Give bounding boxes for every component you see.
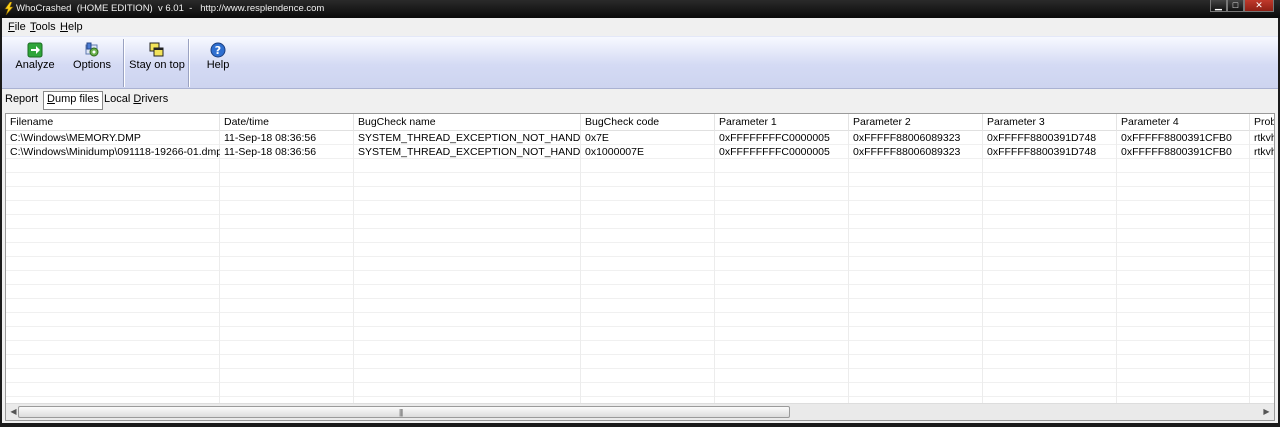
cell-filename: C:\Windows\Minidump\091118-19266-01.dmp	[10, 146, 220, 158]
window-title: WhoCrashed (HOME EDITION) v 6.01 - http:…	[16, 3, 325, 14]
tab-report[interactable]: Report	[2, 92, 41, 109]
cell-parameter-2: 0xFFFFF88006089323	[853, 146, 961, 158]
lightning-app-icon	[4, 2, 14, 15]
cell-parameter-1: 0xFFFFFFFFC0000005	[719, 132, 830, 144]
table-row[interactable]: C:\Windows\Minidump\091118-19266-01.dmp 1…	[6, 145, 1275, 159]
tab-strip: Report Dump files Local Drivers	[2, 89, 1278, 111]
toolbar-separator	[188, 39, 190, 87]
column-header-parameter-1[interactable]: Parameter 1	[715, 114, 849, 131]
close-button[interactable]: ✕	[1244, 0, 1274, 12]
column-header-parameter-3[interactable]: Parameter 3	[983, 114, 1117, 131]
menu-file[interactable]: File	[8, 21, 26, 33]
help-label: Help	[206, 59, 230, 71]
tab-dump-files-hotkey: D	[47, 93, 55, 105]
column-header-bugcheck-name[interactable]: BugCheck name	[354, 114, 581, 131]
svg-text:?: ?	[215, 44, 221, 57]
scroll-right-icon[interactable]: ▶	[1259, 404, 1274, 420]
cell-parameter-1: 0xFFFFFFFFC0000005	[719, 146, 830, 158]
windows-stack-icon	[149, 42, 164, 57]
menu-bar: File Tools Help	[2, 18, 1278, 36]
column-header-date-time[interactable]: Date/time	[220, 114, 354, 131]
menu-help-label: elp	[67, 21, 83, 33]
tab-local-drivers-label: rivers	[141, 93, 169, 105]
column-divider	[219, 131, 220, 404]
analyze-label: Analyze	[15, 59, 55, 71]
maximize-button[interactable]: □	[1227, 0, 1244, 12]
toolbar: Analyze Options Stay on top ? Help	[2, 36, 1278, 89]
column-divider	[1249, 131, 1250, 404]
cell-date-time: 11-Sep-18 08:36:56	[224, 132, 317, 144]
cell-filename: C:\Windows\MEMORY.DMP	[10, 132, 141, 144]
green-arrow-icon	[27, 42, 43, 58]
stay-on-top-label: Stay on top	[129, 59, 185, 71]
app-window: WhoCrashed (HOME EDITION) v 6.01 - http:…	[0, 0, 1280, 427]
column-divider	[580, 131, 581, 404]
column-header-bugcheck-code[interactable]: BugCheck code	[581, 114, 715, 131]
menu-file-hotkey: F	[8, 21, 15, 33]
column-header-parameter-4[interactable]: Parameter 4	[1117, 114, 1250, 131]
tab-dump-files[interactable]: Dump files	[43, 91, 103, 110]
cell-bugcheck-code: 0x7E	[585, 132, 609, 144]
column-divider	[982, 131, 983, 404]
cell-date-time: 11-Sep-18 08:36:56	[224, 146, 317, 158]
column-header-probably-caused-by[interactable]: Proba	[1250, 114, 1274, 131]
cell-parameter-3: 0xFFFFF8800391D748	[987, 132, 1097, 144]
client-area: File Tools Help Analyze Options Stay on …	[2, 18, 1278, 423]
menu-help[interactable]: Help	[60, 21, 83, 33]
toolbar-separator	[123, 39, 125, 87]
scrollbar-thumb[interactable]: |||	[18, 406, 790, 418]
menu-tools-label: ools	[35, 21, 56, 33]
cell-parameter-4: 0xFFFFF8800391CFB0	[1121, 132, 1232, 144]
cell-bugcheck-name: SYSTEM_THREAD_EXCEPTION_NOT_HANDLED_M	[358, 146, 581, 158]
title-bar[interactable]: WhoCrashed (HOME EDITION) v 6.01 - http:…	[0, 0, 1280, 18]
column-divider	[353, 131, 354, 404]
cell-probably-caused-by: rtkvh	[1254, 146, 1275, 158]
grip-icon: |||	[399, 408, 403, 417]
cell-probably-caused-by: rtkvh	[1254, 132, 1275, 144]
options-gear-icon	[85, 42, 99, 57]
dump-files-list[interactable]: Filename Date/time BugCheck name BugCheck c…	[5, 113, 1275, 421]
cell-parameter-2: 0xFFFFF88006089323	[853, 132, 961, 144]
help-button[interactable]: ? Help	[198, 39, 238, 87]
menu-tools[interactable]: Tools	[30, 21, 56, 33]
column-divider	[714, 131, 715, 404]
tab-local-drivers-pre: Local	[104, 93, 134, 105]
table-row[interactable]: C:\Windows\MEMORY.DMP 11-Sep-18 08:36:56 S…	[6, 131, 1275, 145]
cell-parameter-3: 0xFFFFF8800391D748	[987, 146, 1097, 158]
minimize-button[interactable]: ▁	[1210, 0, 1227, 12]
column-divider	[1116, 131, 1117, 404]
menu-file-label: ile	[14, 21, 26, 33]
cell-parameter-4: 0xFFFFF8800391CFB0	[1121, 146, 1232, 158]
options-label: Options	[73, 59, 111, 71]
column-divider	[848, 131, 849, 404]
list-header: Filename Date/time BugCheck name BugCheck c…	[6, 114, 1274, 131]
tab-dump-files-label: ump files	[54, 93, 99, 105]
analyze-button[interactable]: Analyze	[10, 39, 60, 87]
column-header-filename[interactable]: Filename	[6, 114, 220, 131]
cell-bugcheck-name: SYSTEM_THREAD_EXCEPTION_NOT_HANDLED	[358, 132, 581, 144]
menu-help-hotkey: H	[60, 21, 68, 33]
stay-on-top-button[interactable]: Stay on top	[128, 39, 186, 87]
horizontal-scrollbar[interactable]: ◀ ||| ▶	[6, 403, 1274, 420]
list-body: C:\Windows\MEMORY.DMP 11-Sep-18 08:36:56 S…	[6, 131, 1275, 404]
help-question-icon: ?	[210, 42, 226, 58]
column-header-parameter-2[interactable]: Parameter 2	[849, 114, 983, 131]
options-button[interactable]: Options	[68, 39, 116, 87]
tab-local-drivers[interactable]: Local Drivers	[101, 92, 171, 109]
cell-bugcheck-code: 0x1000007E	[585, 146, 644, 158]
